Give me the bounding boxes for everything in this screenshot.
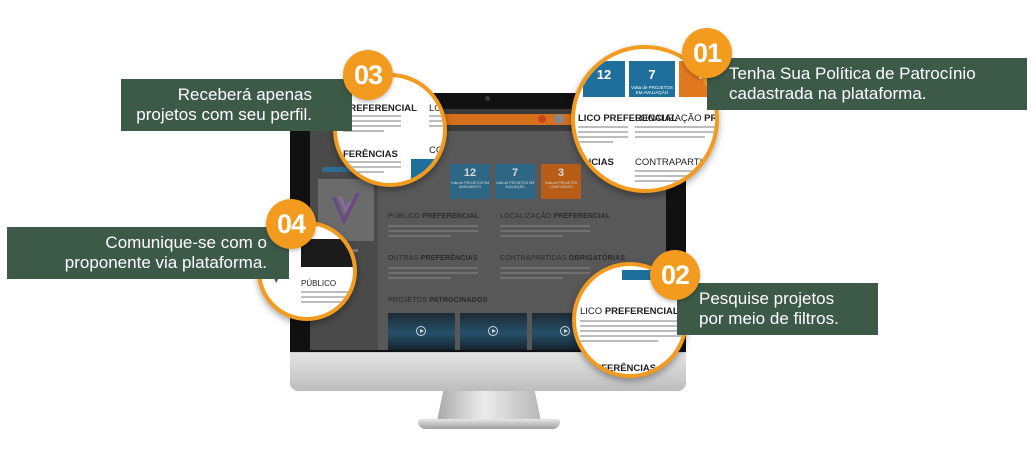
zoom-text [429, 115, 443, 130]
zoom-heading: REFERÊNCIAS [588, 363, 657, 374]
play-icon[interactable] [560, 326, 570, 336]
monitor-stand-base [418, 419, 560, 429]
stat-tile[interactable]: 12 Volta de PROJETOS EM ANDAMENTO [450, 164, 490, 199]
zoom-dark-tile [301, 239, 353, 267]
project-thumbnail[interactable] [388, 313, 455, 350]
zoom-text [635, 170, 715, 185]
text-block [500, 267, 590, 282]
zoom-heading: CONTRAPARTIDAS O [635, 157, 719, 168]
stat-tile[interactable]: 7 Volta de PROJETOS EM AVALIAÇÃO [495, 164, 535, 199]
play-icon[interactable] [416, 326, 426, 336]
section-title: OUTRAS PREFERÊNCIAS [388, 255, 478, 262]
zoom-text [343, 161, 401, 176]
callout-04: Comunique-se com o proponente via plataf… [7, 227, 289, 279]
section-title: PROJETOS PATROCINADOS [388, 297, 488, 304]
zoom-heading: LOCALIZAÇÃO PREFERENCI [635, 113, 718, 124]
zoom-stat: 7 Volta de PROJETOS EM AVALIAÇÃO [629, 61, 675, 97]
zoom-stat: 12 [583, 61, 625, 97]
text-block [500, 225, 590, 240]
zoom-text [635, 126, 715, 141]
zoom-heading: LICO PREFERENCIAL [580, 306, 679, 317]
section-title: LOCALIZAÇÃO PREFERENCIAL [500, 213, 611, 220]
zoom-heading: CO [429, 145, 444, 156]
callout-02: Pesquise projetos por meio de filtros. [677, 283, 878, 335]
zoom-heading: LO [429, 103, 442, 114]
step-badge-04: 04 [266, 199, 316, 249]
text-block [388, 267, 478, 282]
zoom-text [301, 291, 351, 306]
promo-stage: 12 Volta de PROJETOS EM ANDAMENTO 7 Volta … [0, 0, 1036, 460]
zoom-text [580, 320, 684, 345]
step-badge-03: 03 [343, 50, 393, 100]
stat-tile[interactable]: 3 Volta de PROJETOS CONCLUÍDOS [541, 164, 581, 199]
camera-dot [485, 96, 490, 101]
zoom-heading: ÊNCIAS [578, 157, 614, 168]
text-block [388, 225, 478, 240]
zoom-stat [411, 159, 443, 183]
monitor-stand-neck [437, 391, 541, 421]
zoom-text [578, 126, 628, 146]
avatar[interactable] [554, 114, 564, 124]
play-icon[interactable] [488, 326, 498, 336]
section-title: PÚBLICO PREFERENCIAL [388, 213, 480, 220]
notification-icon[interactable] [538, 115, 546, 123]
callout-01: Tenha Sua Política de Patrocínio cadastr… [707, 58, 1027, 110]
step-badge-02: 02 [650, 250, 700, 300]
project-thumbnail[interactable] [460, 313, 527, 350]
zoom-heading: FERÊNCIAS [343, 149, 398, 160]
zoom-heading: PÚBLICO [301, 279, 337, 288]
zoom-heading: PREFERENCIAL [343, 103, 417, 114]
callout-03: Receberá apenas projetos com seu perfil. [121, 79, 352, 131]
section-title: CONTRAPARTIDAS OBRIGATÓRIAS [500, 255, 626, 262]
step-badge-01: 01 [682, 28, 732, 78]
